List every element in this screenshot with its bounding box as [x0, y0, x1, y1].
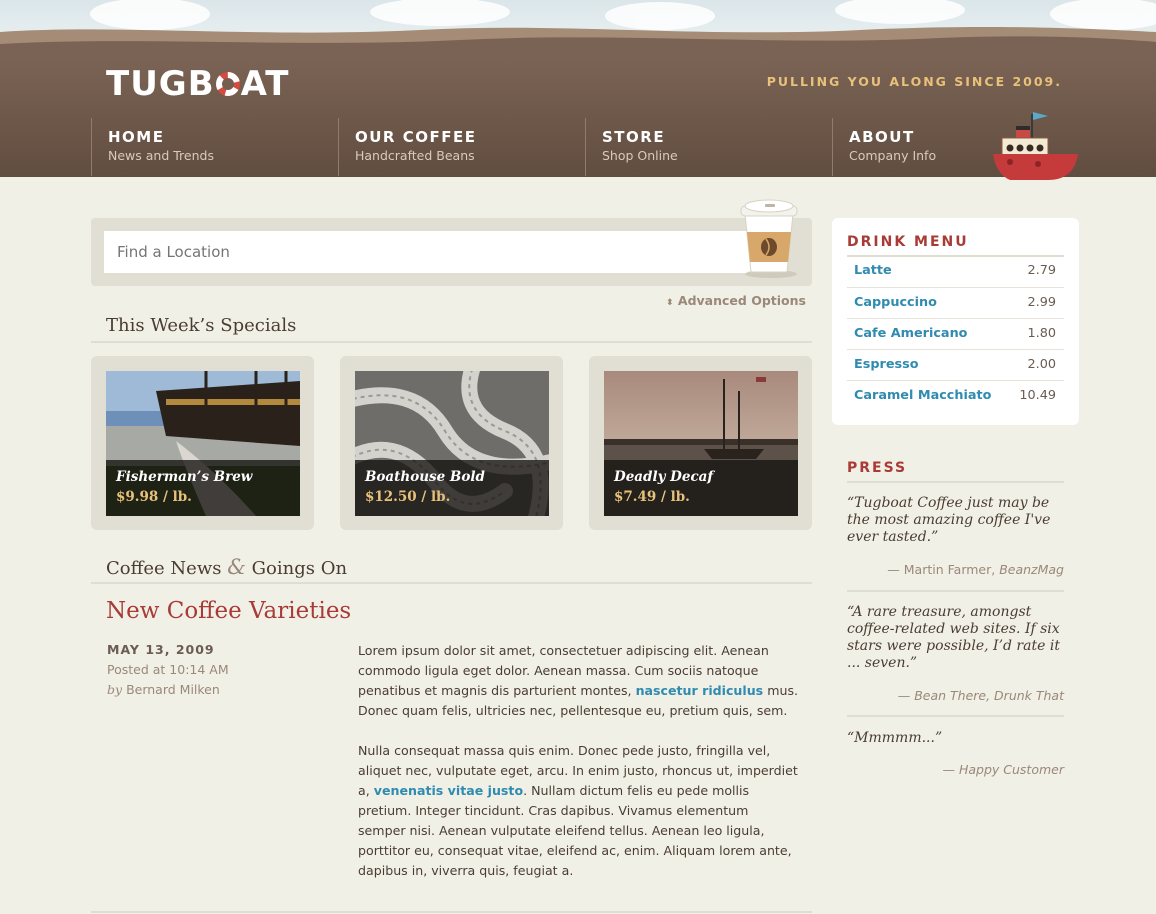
nav-title: HOME: [108, 128, 165, 146]
site-tagline: PULLING YOU ALONG SINCE 2009.: [766, 74, 1062, 89]
drink-menu-heading: DRINK MENU: [847, 234, 969, 250]
news-heading-a: Coffee News: [106, 558, 222, 579]
nav-subtitle: News and Trends: [108, 148, 214, 163]
news-heading: Coffee News & Goings On: [106, 555, 347, 579]
post-title[interactable]: New Coffee Varieties: [106, 598, 351, 624]
life-ring-icon: [215, 72, 240, 96]
special-caption: Boathouse Bold $12.50 / lb.: [355, 460, 549, 516]
special-name: Boathouse Bold: [365, 469, 485, 485]
special-caption: Deadly Decaf $7.49 / lb.: [604, 460, 798, 516]
drink-name: Cappuccino: [854, 295, 937, 310]
drink-name: Caramel Macchiato: [854, 388, 992, 403]
drink-price: 2.00: [1027, 357, 1057, 372]
drink-row-cappuccino[interactable]: Cappuccino 2.99: [847, 287, 1064, 318]
nav-store[interactable]: STORE Shop Online: [585, 118, 831, 176]
coffee-cup-icon: [740, 199, 798, 278]
press-heading: PRESS: [847, 460, 908, 476]
section-divider: [91, 341, 812, 343]
drink-price: 2.79: [1027, 263, 1057, 278]
drink-row-espresso[interactable]: Espresso 2.00: [847, 349, 1064, 380]
nav-home[interactable]: HOME News and Trends: [91, 118, 337, 176]
press-quote: “Mmmmm...”: [847, 730, 943, 746]
press-attribution: — Happy Customer: [942, 762, 1065, 777]
nav-title: STORE: [602, 128, 666, 146]
drink-name: Cafe Americano: [854, 326, 968, 341]
post-date: MAY 13, 2009: [107, 642, 215, 657]
drink-price: 1.80: [1027, 326, 1057, 341]
special-name: Fisherman’s Brew: [116, 469, 253, 485]
drink-row-cafe-americano[interactable]: Cafe Americano 1.80: [847, 318, 1064, 349]
post-paragraph-1: Lorem ipsum dolor sit amet, consectetuer…: [358, 641, 798, 721]
press-attribution: — Martin Farmer, BeanzMag: [887, 562, 1064, 577]
site-logo[interactable]: TUGB AT: [106, 64, 290, 104]
press-divider: [847, 715, 1064, 717]
special-name: Deadly Decaf: [614, 469, 714, 485]
post-link[interactable]: venenatis vitae justo: [374, 783, 523, 798]
post-author-name: Bernard Milken: [126, 682, 220, 697]
news-heading-b: Goings On: [251, 558, 348, 579]
drink-name: Espresso: [854, 357, 919, 372]
press-divider: [847, 590, 1064, 592]
post-link[interactable]: nascetur ridiculus: [636, 683, 764, 698]
drink-price: 10.49: [1019, 388, 1056, 403]
logo-text-b: AT: [240, 64, 290, 104]
press-author: — Martin Farmer,: [887, 562, 1000, 577]
sort-arrows-icon: ⬍: [666, 298, 674, 308]
logo-text-a: TUGB: [106, 64, 215, 104]
special-price: $12.50 / lb.: [365, 489, 451, 505]
post-by: by: [107, 682, 123, 697]
special-price: $7.49 / lb.: [614, 489, 690, 505]
post-time: Posted at 10:14 AM: [107, 662, 229, 677]
section-divider: [91, 582, 812, 584]
press-divider: [847, 481, 1064, 483]
tugboat-icon: [993, 112, 1078, 180]
specials-heading: This Week’s Specials: [106, 315, 297, 336]
press-quote: “A rare treasure, amongst coffee-related…: [847, 604, 1060, 671]
section-divider: [91, 911, 812, 913]
nav-subtitle: Shop Online: [602, 148, 678, 163]
press-quote: “Tugboat Coffee just may be the most ama…: [847, 495, 1051, 545]
special-price: $9.98 / lb.: [116, 489, 192, 505]
nav-our-coffee[interactable]: OUR COFFEE Handcrafted Beans: [338, 118, 584, 176]
special-card-deadly-decaf[interactable]: Deadly Decaf $7.49 / lb.: [589, 356, 812, 530]
press-attribution: — Bean There, Drunk That: [897, 688, 1064, 703]
advanced-options-label: Advanced Options: [677, 293, 806, 308]
special-caption: Fisherman’s Brew $9.98 / lb.: [106, 460, 300, 516]
drink-price: 2.99: [1027, 295, 1057, 310]
special-card-boathouse-bold[interactable]: Boathouse Bold $12.50 / lb.: [340, 356, 563, 530]
post-author: by Bernard Milken: [107, 682, 220, 697]
location-search-input[interactable]: [104, 231, 778, 273]
advanced-options-link[interactable]: ⬍ Advanced Options: [666, 293, 806, 308]
special-card-fishermans-brew[interactable]: Fisherman’s Brew $9.98 / lb.: [91, 356, 314, 530]
nav-title: OUR COFFEE: [355, 128, 477, 146]
ampersand: &: [227, 555, 246, 579]
press-source: BeanzMag: [999, 562, 1064, 577]
nav-subtitle: Handcrafted Beans: [355, 148, 475, 163]
drink-name: Latte: [854, 263, 892, 278]
drink-row-latte[interactable]: Latte 2.79: [847, 256, 1064, 287]
drink-row-caramel-macchiato[interactable]: Caramel Macchiato 10.49: [847, 380, 1064, 411]
post-paragraph-2: Nulla consequat massa quis enim. Donec p…: [358, 741, 798, 881]
